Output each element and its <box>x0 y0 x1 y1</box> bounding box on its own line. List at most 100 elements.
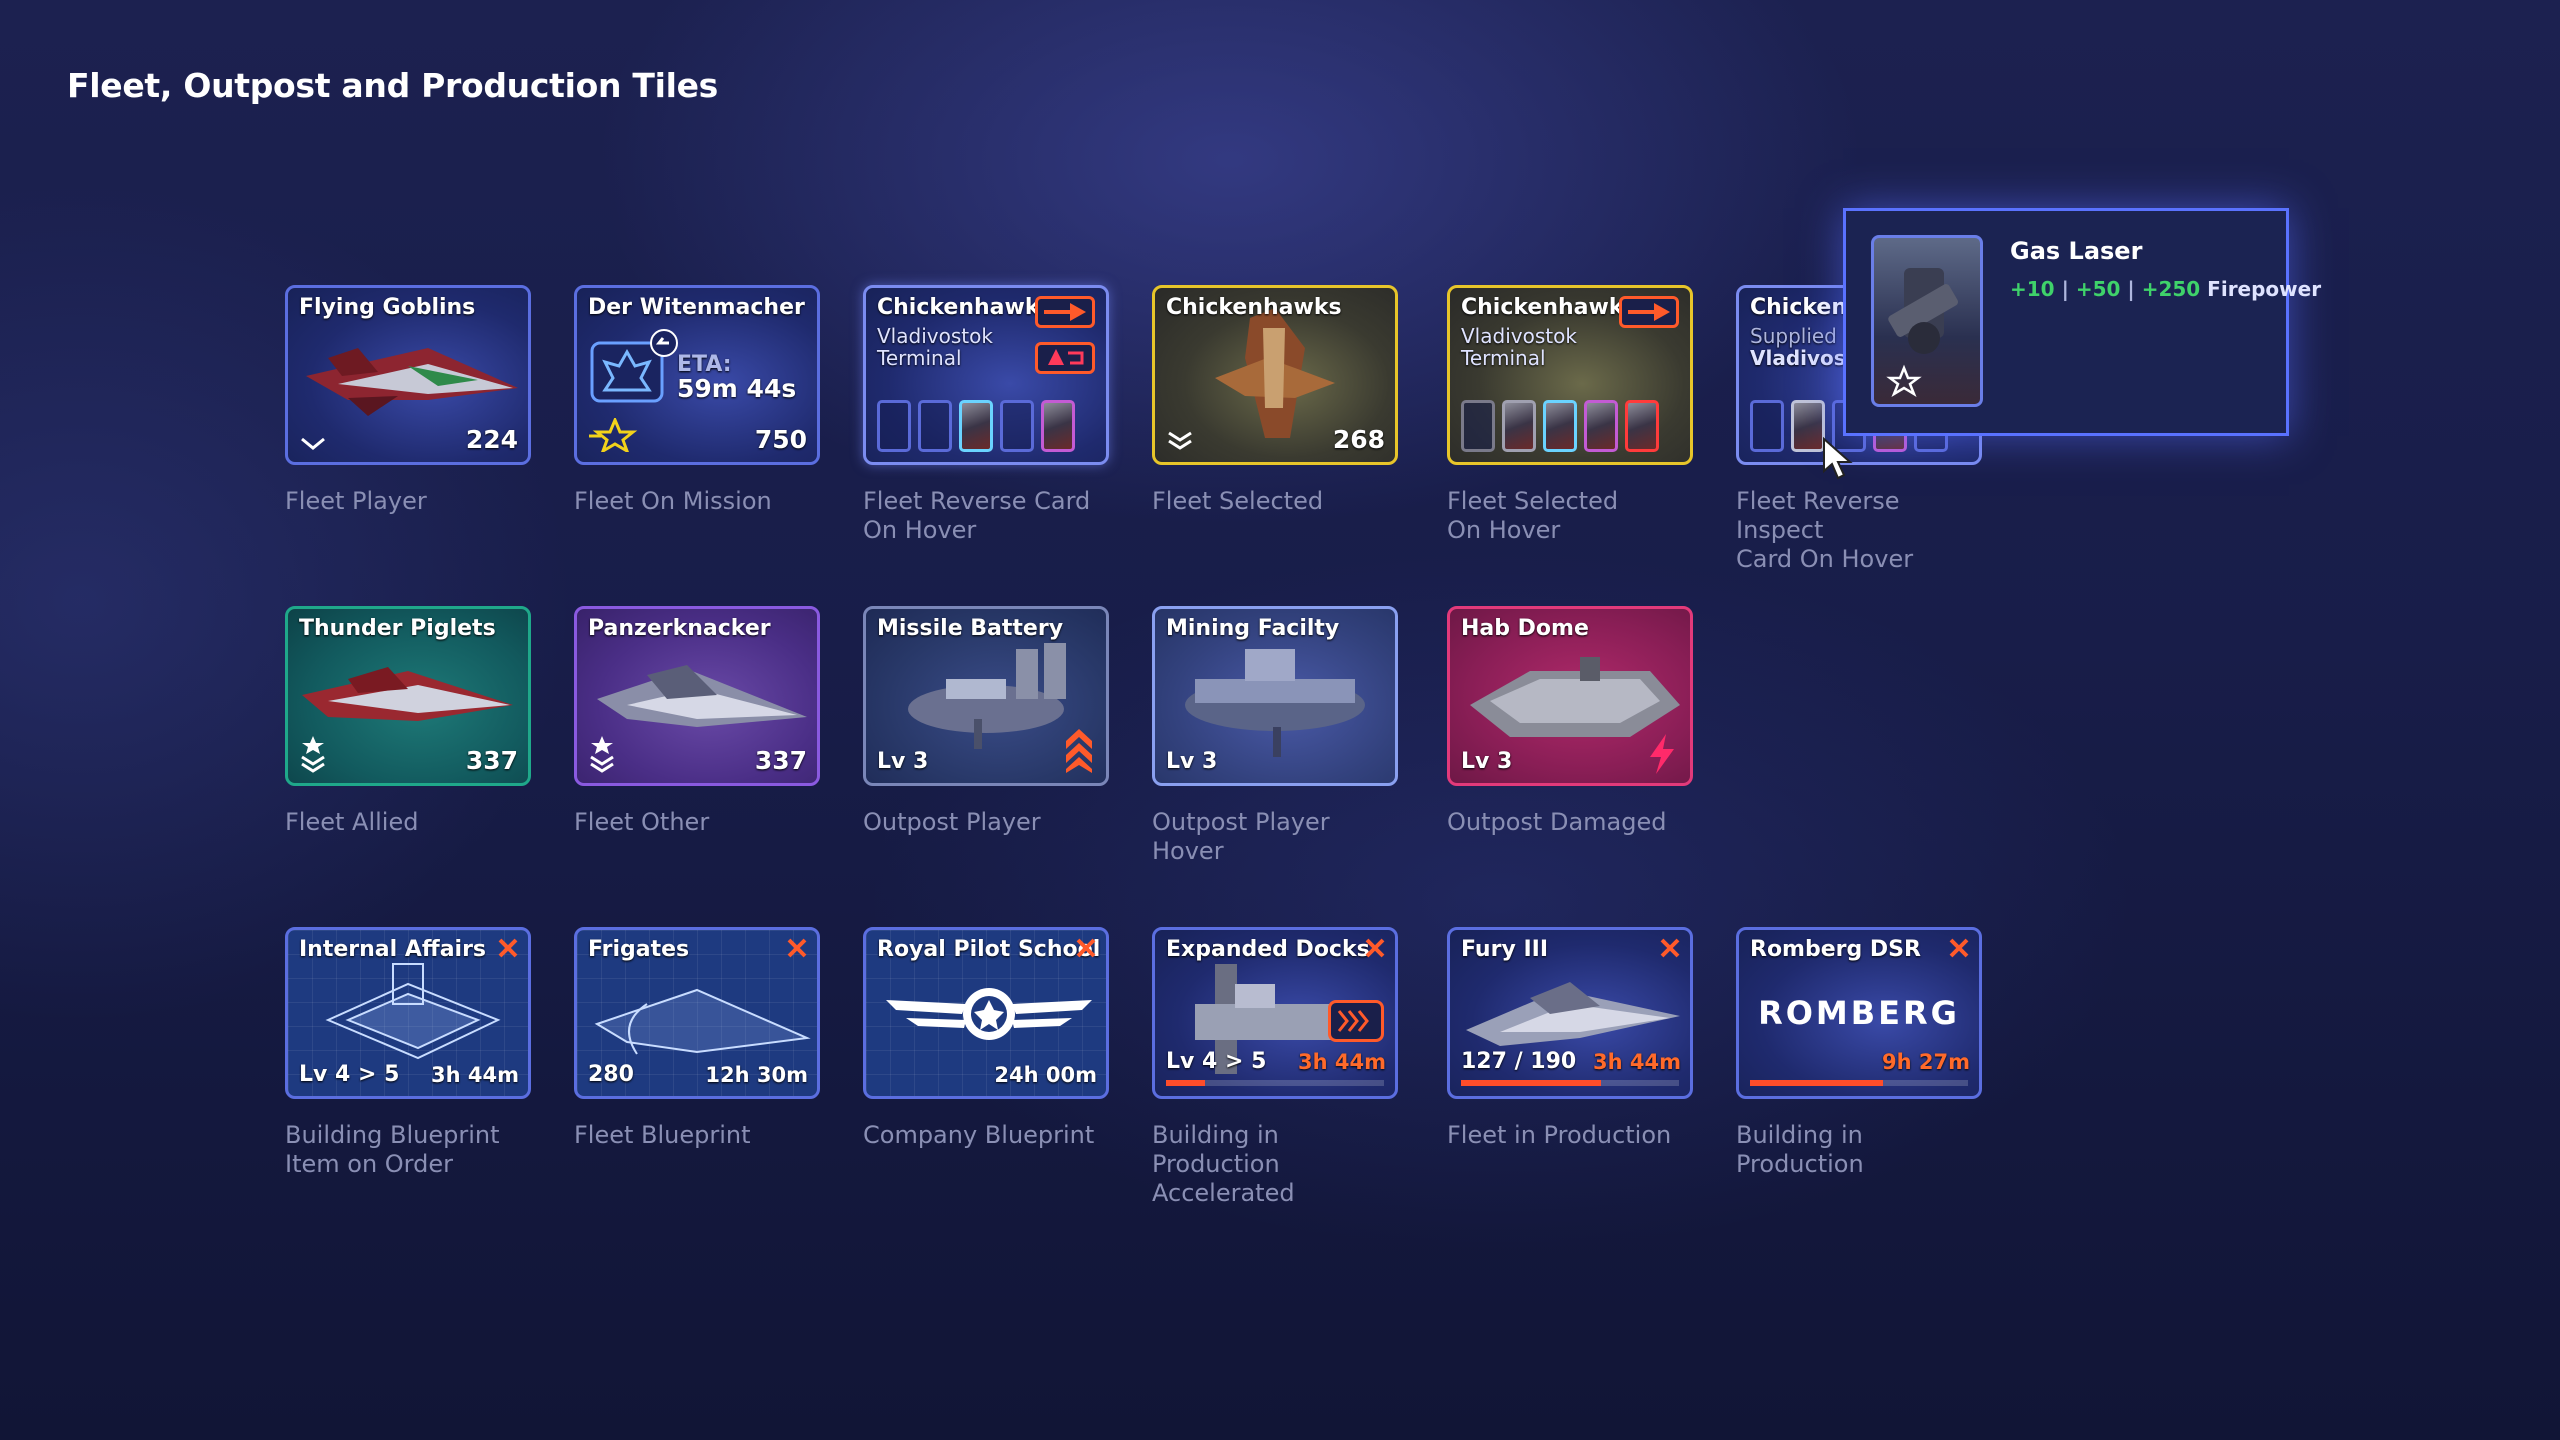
ship-slot[interactable] <box>1625 400 1659 452</box>
blueprint-tile-internal-affairs[interactable]: Internal Affairs Lv 4 > 5 3h 44m <box>285 927 531 1099</box>
fleet-name: Thunder Piglets <box>299 616 496 641</box>
empty-slot[interactable] <box>1461 400 1495 452</box>
tile-cell-fleet-production: Fury III 127 / 190 3h 44m Fleet in Produ… <box>1447 927 1693 1150</box>
gas-laser-illustration <box>1886 268 1958 397</box>
tile-cell-fleet-mission: Der Witenmacher ETA: 59m 44s 750 Fleet O… <box>574 285 820 516</box>
fleet-tile-flying-goblins[interactable]: Flying Goblins 224 <box>285 285 531 465</box>
close-icon[interactable] <box>1947 936 1971 960</box>
tile-cell-fleet-other: Panzerknacker 337 Fleet Other <box>574 606 820 837</box>
stat-level-3: +250 <box>2141 277 2201 301</box>
fleet-tile-thunder-piglets[interactable]: Thunder Piglets 337 <box>285 606 531 786</box>
fleet-reverse-tile-chickenhawks[interactable]: Chickenhawks Vladivostok Terminal <box>863 285 1109 465</box>
close-icon[interactable] <box>496 936 520 960</box>
ship-slots <box>1461 400 1659 452</box>
tile-cell-building-accelerated: Expanded Docks Lv 4 > 5 3h 44m Building … <box>1152 927 1398 1208</box>
ship-slot[interactable] <box>1584 400 1618 452</box>
rank-star-icon <box>1886 364 1922 397</box>
production-tile-fury-iii[interactable]: Fury III 127 / 190 3h 44m <box>1447 927 1693 1099</box>
fleet-tile-panzerknacker[interactable]: Panzerknacker 337 <box>574 606 820 786</box>
cursor-icon <box>1823 437 1853 480</box>
tile-caption: Fleet Other <box>574 808 710 836</box>
production-tile-romberg-dsr[interactable]: Romberg DSR ROMBERG 9h 27m <box>1736 927 1982 1099</box>
accelerate-button[interactable] <box>1328 1000 1384 1042</box>
tile-cell-outpost-damaged: Hab Dome Lv 3 Outpost Damaged <box>1447 606 1693 837</box>
stat-level-1: +10 <box>2010 277 2055 301</box>
production-time: 3h 44m <box>1298 1050 1386 1074</box>
romberg-logo: ROMBERG <box>1758 994 1960 1032</box>
stat-separator: | <box>2061 277 2069 301</box>
stat-separator: | <box>2127 277 2135 301</box>
tile-caption: Fleet Allied <box>285 808 419 836</box>
outpost-level: Lv 3 <box>1166 749 1218 774</box>
empty-slot[interactable] <box>877 400 911 452</box>
blueprint-name: Royal Pilot School <box>877 937 1101 962</box>
tile-caption: Fleet Selected On Hover <box>1447 487 1619 544</box>
tile-cell-building-blueprint: Internal Affairs Lv 4 > 5 3h 44m Buildin… <box>285 927 531 1179</box>
page-title: Fleet, Outpost and Production Tiles <box>67 66 719 105</box>
production-tile-expanded-docks[interactable]: Expanded Docks Lv 4 > 5 3h 44m <box>1152 927 1398 1099</box>
outpost-level: Lv 3 <box>877 749 929 774</box>
blueprint-time: 3h 44m <box>431 1063 519 1087</box>
outpost-tile-mining-facility[interactable]: Mining Facilty Lv 3 <box>1152 606 1398 786</box>
ship-slots <box>877 400 1075 452</box>
outpost-tile-missile-battery[interactable]: Missile Battery Lv 3 <box>863 606 1109 786</box>
tile-caption: Fleet in Production <box>1447 1121 1672 1149</box>
production-count: 127 / 190 <box>1461 1049 1577 1074</box>
fleet-tile-chickenhawks-selected[interactable]: Chickenhawks 268 <box>1152 285 1398 465</box>
move-button[interactable] <box>1619 296 1679 328</box>
outpost-tile-hab-dome[interactable]: Hab Dome Lv 3 <box>1447 606 1693 786</box>
fleet-reverse-tile-chickenhawks-selected[interactable]: Chickenhawks Vladivostok Terminal <box>1447 285 1693 465</box>
ship-slot[interactable] <box>1791 400 1825 452</box>
tile-caption: Outpost Player <box>863 808 1041 836</box>
building-level: Lv 4 > 5 <box>1166 1049 1267 1074</box>
close-icon[interactable] <box>1363 936 1387 960</box>
blueprint-tile-royal-pilot-school[interactable]: Royal Pilot School 24h 00m <box>863 927 1109 1099</box>
return-icon <box>1048 349 1084 365</box>
empty-slot[interactable] <box>1750 400 1784 452</box>
outpost-name: Hab Dome <box>1461 616 1589 641</box>
fleet-name: Chickenhawks <box>877 295 1053 320</box>
ship-slot[interactable] <box>1041 400 1075 452</box>
tile-caption: Building in Production <box>1736 1121 1864 1178</box>
blueprint-level: Lv 4 > 5 <box>299 1062 400 1087</box>
outpost-name: Mining Facilty <box>1166 616 1340 641</box>
outpost-name: Missile Battery <box>877 616 1064 641</box>
blueprint-time: 12h 30m <box>705 1063 808 1087</box>
stat-label: Firepower <box>2207 277 2322 301</box>
fleet-tile-der-witenmacher[interactable]: Der Witenmacher ETA: 59m 44s 750 <box>574 285 820 465</box>
close-icon[interactable] <box>785 936 809 960</box>
fleet-name: Chickenhawks <box>1166 295 1342 320</box>
eta-value: 59m 44s <box>677 374 797 403</box>
fleet-location-detail: Terminal <box>1461 346 1546 370</box>
ship-slot[interactable] <box>1502 400 1536 452</box>
accelerate-icon <box>1337 1010 1369 1032</box>
tile-caption: Outpost Damaged <box>1447 808 1667 836</box>
tile-cell-fleet-player: Flying Goblins 224 Fleet Player <box>285 285 531 516</box>
empty-slot[interactable] <box>918 400 952 452</box>
blueprint-tile-frigates[interactable]: Frigates 280 12h 30m <box>574 927 820 1099</box>
production-progress <box>1166 1080 1384 1086</box>
outpost-level: Lv 3 <box>1461 749 1513 774</box>
building-name: Expanded Docks <box>1166 937 1370 962</box>
arrow-right-icon <box>1044 303 1086 321</box>
rank-chevrons-icon <box>590 736 614 773</box>
fleet-power: 337 <box>465 746 518 775</box>
rank-chevrons-icon <box>301 736 325 773</box>
close-icon[interactable] <box>1074 936 1098 960</box>
ship-slot[interactable] <box>1543 400 1577 452</box>
tile-caption: Fleet On Mission <box>574 487 772 515</box>
empty-slot[interactable] <box>1000 400 1034 452</box>
ship-slot[interactable] <box>959 400 993 452</box>
production-time: 3h 44m <box>1593 1050 1681 1074</box>
fleet-location: Vladivostok <box>1461 324 1577 348</box>
production-time: 9h 27m <box>1882 1050 1970 1074</box>
tile-cell-company-blueprint: Royal Pilot School 24h 00m Company Bluep… <box>863 927 1109 1150</box>
stat-level-2: +50 <box>2075 277 2121 301</box>
star-wings-icon <box>589 418 638 452</box>
tile-caption: Company Blueprint <box>863 1121 1095 1149</box>
fleet-name: Chickenhawks <box>1461 295 1637 320</box>
move-button[interactable] <box>1035 296 1095 328</box>
eta-label: ETA: <box>677 352 732 377</box>
recall-button[interactable] <box>1035 342 1095 374</box>
close-icon[interactable] <box>1658 936 1682 960</box>
